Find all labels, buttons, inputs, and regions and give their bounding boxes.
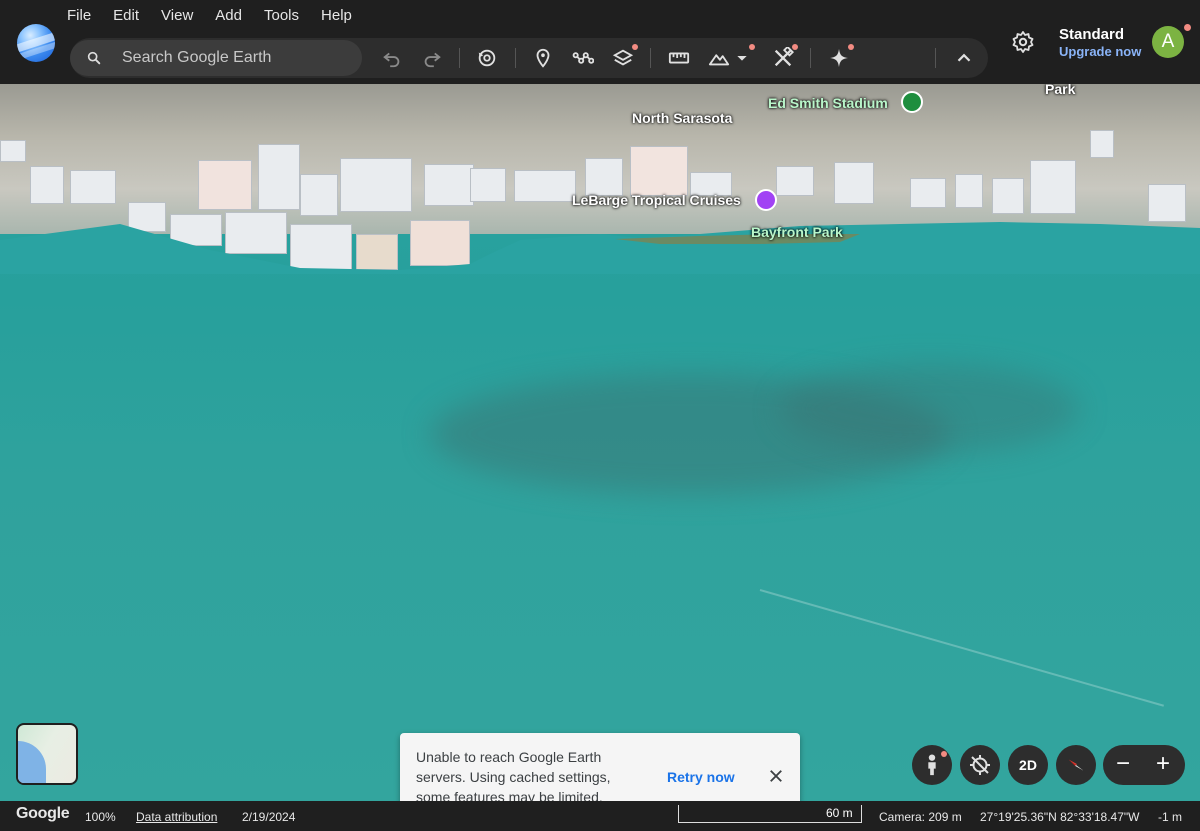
boat-wake	[759, 589, 1165, 707]
measure-button[interactable]	[667, 46, 691, 70]
redo-icon	[424, 52, 441, 68]
add-path-button[interactable]	[571, 46, 595, 70]
building	[776, 166, 814, 196]
menu-view[interactable]: View	[161, 7, 193, 25]
map-style-icon	[708, 54, 730, 66]
top-bar: File Edit View Add Tools Help Search Goo…	[0, 0, 1200, 84]
search-input[interactable]: Search Google Earth	[70, 40, 362, 76]
projects-tools-button[interactable]	[771, 46, 795, 70]
layers-icon	[612, 49, 634, 66]
retry-now-button[interactable]: Retry now	[667, 769, 735, 785]
redo-button[interactable]	[420, 46, 444, 70]
building	[1090, 130, 1114, 158]
compass-button[interactable]	[1056, 745, 1096, 785]
map-label-bayfront-park[interactable]: Bayfront Park	[751, 224, 843, 240]
pegman-icon	[928, 754, 936, 776]
toolbar-divider	[810, 48, 811, 68]
history-icon	[478, 49, 496, 67]
toggle-2d-button[interactable]: 2D	[1008, 745, 1048, 785]
chevron-up-icon	[957, 53, 971, 62]
my-location-button[interactable]	[960, 745, 1000, 785]
camera-pin-icon[interactable]	[755, 189, 777, 211]
toolbar-divider	[515, 48, 516, 68]
close-icon[interactable]	[767, 767, 785, 785]
toolbar-divider	[459, 48, 460, 68]
avatar[interactable]: A	[1152, 26, 1184, 58]
pegman-notification-dot	[941, 751, 947, 757]
menu-bar: File Edit View Add Tools Help	[67, 7, 374, 25]
menu-help[interactable]: Help	[321, 7, 352, 25]
google-earth-logo-icon[interactable]	[17, 24, 55, 62]
zoom-percent: 100%	[85, 810, 116, 824]
camera-altitude: Camera: 209 m	[879, 810, 962, 824]
coordinates: 27°19'25.36"N 82°33'18.47"W	[980, 810, 1140, 824]
add-placemark-button[interactable]	[531, 46, 555, 70]
building	[585, 158, 623, 196]
stadium-pin-icon[interactable]	[901, 91, 923, 113]
layers-notification-dot	[632, 44, 638, 50]
compass-icon	[1068, 759, 1084, 771]
search-placeholder: Search Google Earth	[122, 49, 272, 66]
plan-name: Standard	[1059, 26, 1125, 43]
zoom-in-button[interactable]: +	[1156, 751, 1170, 777]
map-style-dropdown[interactable]	[734, 46, 750, 70]
caret-down-icon	[737, 56, 747, 61]
sparkle-icon	[829, 48, 849, 68]
toast-message: Unable to reach Google Earth servers. Us…	[416, 749, 611, 805]
menu-tools[interactable]: Tools	[264, 7, 299, 25]
upgrade-link[interactable]: Upgrade now	[1059, 43, 1141, 61]
map-label-north-sarasota[interactable]: North Sarasota	[632, 110, 732, 126]
map-style-button[interactable]	[707, 46, 731, 70]
avatar-notification-dot	[1184, 24, 1191, 31]
toolbar: Search Google Earth	[70, 38, 988, 78]
zoom-out-button[interactable]: −	[1116, 751, 1130, 777]
zoom-control: − +	[1103, 745, 1185, 785]
gemini-button[interactable]	[827, 46, 851, 70]
minimap-water	[18, 741, 46, 783]
undo-button[interactable]	[380, 46, 404, 70]
location-off-icon	[970, 755, 990, 775]
layers-button[interactable]	[611, 46, 635, 70]
minimap-thumbnail[interactable]	[16, 723, 78, 785]
settings-gear-icon[interactable]	[1011, 30, 1035, 54]
map-label-lebarge-tropical-cruises[interactable]: LeBarge Tropical Cruises	[572, 192, 741, 208]
map-label-ed-smith-stadium[interactable]: Ed Smith Stadium	[768, 95, 888, 111]
tools-notification-dot	[792, 44, 798, 50]
imagery-date: 2/19/2024	[242, 810, 296, 824]
map-view[interactable]: North Sarasota Ed Smith Stadium Park LeB…	[0, 84, 1200, 801]
historical-imagery-button[interactable]	[475, 46, 499, 70]
status-bar: Google 100% Data attribution 2/19/2024 C…	[0, 801, 1200, 831]
menu-add[interactable]: Add	[215, 7, 242, 25]
menu-file[interactable]: File	[67, 7, 91, 25]
scale-label: 60 m	[826, 806, 853, 820]
collapse-toolbar-button[interactable]	[952, 46, 976, 70]
map-label-park[interactable]: Park	[1045, 84, 1075, 97]
shallow-reef	[780, 364, 1080, 454]
search-icon	[87, 51, 101, 65]
pegman-button[interactable]	[912, 745, 952, 785]
tools-icon	[774, 47, 794, 67]
undo-icon	[383, 52, 400, 68]
account-plan: Standard Upgrade now	[1059, 26, 1141, 61]
gemini-notification-dot	[848, 44, 854, 50]
toolbar-divider	[935, 48, 936, 68]
elevation: -1 m	[1158, 810, 1182, 824]
building	[630, 146, 688, 196]
data-attribution-link[interactable]: Data attribution	[136, 810, 217, 824]
path-icon	[572, 52, 594, 64]
toolbar-divider	[650, 48, 651, 68]
menu-edit[interactable]: Edit	[113, 7, 139, 25]
ruler-icon	[668, 52, 690, 64]
google-logo: Google	[16, 805, 70, 822]
placemark-icon	[536, 48, 550, 68]
building	[0, 140, 26, 162]
